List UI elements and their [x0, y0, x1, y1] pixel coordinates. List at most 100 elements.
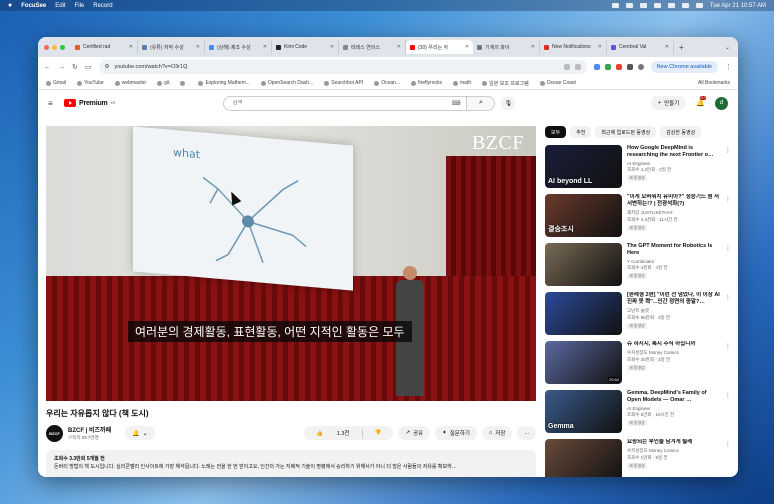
video-thumbnail[interactable] — [545, 292, 622, 335]
cast-icon[interactable] — [563, 64, 570, 70]
bookmark-item[interactable]: webmaster — [114, 80, 146, 87]
close-tab-icon[interactable]: ✕ — [465, 44, 469, 50]
related-video-title[interactable]: 슈 하지시, 록시 주식 하십니까 — [627, 341, 722, 348]
bookmark-item[interactable]: math — [453, 80, 471, 87]
related-video-title[interactable]: How Google DeepMind is researching the n… — [627, 145, 722, 159]
bookmark-item[interactable]: OpenSearch Dash... — [260, 80, 313, 87]
related-video-channel[interactable]: 고넌트 슬렛 — [627, 308, 722, 314]
menubar-item-edit[interactable]: Edit — [55, 3, 65, 9]
new-chrome-available-button[interactable]: New Chrome available — [650, 61, 718, 73]
close-tab-icon[interactable]: ✕ — [397, 44, 401, 50]
bookmark-item[interactable]: Ocean... — [374, 80, 400, 87]
more-options-icon[interactable]: ⋮ — [725, 147, 731, 154]
video-thumbnail[interactable] — [545, 243, 622, 286]
create-button[interactable]: + 만들기 — [650, 96, 687, 110]
close-window-button[interactable] — [44, 44, 49, 50]
filter-chip[interactable]: 최근에 업로드된 동영상 — [595, 126, 657, 138]
related-video-item[interactable]: 결승조시 "이게 오버워치 유미아?" 정승기드 뭔 저서변하는!? | 전광석… — [545, 194, 731, 243]
browser-tab[interactable]: Cerebral Val ✕ — [607, 40, 674, 54]
bookmark-item[interactable] — [180, 80, 187, 87]
filter-chip[interactable]: 감상한 동영상 — [660, 126, 702, 138]
profile-icon[interactable] — [637, 64, 644, 70]
close-tab-icon[interactable]: ✕ — [665, 44, 669, 50]
browser-tab[interactable]: New Notifications ✕ — [540, 40, 607, 54]
video-thumbnail[interactable]: 결승조시 — [545, 194, 622, 237]
control-center-icon[interactable] — [695, 3, 703, 8]
url-text[interactable]: youtube.com/watch?v=O3r1Q — [114, 64, 187, 70]
tab-search-icon[interactable]: ⌄ — [725, 44, 730, 51]
chrome-menu-icon[interactable]: ⋮ — [725, 63, 732, 71]
minimize-window-button[interactable] — [52, 44, 57, 50]
extension-icon[interactable] — [593, 64, 600, 70]
bookmark-star-icon[interactable] — [574, 64, 581, 70]
bookmark-item[interactable]: Searchbot API — [324, 80, 363, 87]
browser-tab[interactable]: (30) 우리는 자 ✕ — [406, 40, 473, 54]
bookmark-item[interactable]: YouTube — [77, 80, 104, 87]
related-video-item[interactable]: 20:52 슈 하지시, 록시 주식 하십니까 수지성장도 Money Comi… — [545, 341, 731, 390]
video-thumbnail[interactable]: AI beyond LL — [545, 145, 622, 188]
menubar-item-file[interactable]: File — [75, 3, 85, 9]
notifications-button[interactable]: 🔔 9+ — [696, 96, 707, 107]
extension-icon[interactable] — [604, 64, 611, 70]
related-video-channel[interactable]: 수지성장도 Money Comics — [627, 350, 722, 356]
browser-tab[interactable]: 테레스 연의스 ✕ — [339, 40, 406, 54]
related-video-title[interactable]: Gemma, DeepMind's Family of Open Models … — [627, 390, 722, 404]
status-icon[interactable] — [611, 3, 619, 8]
more-options-icon[interactable]: ⋮ — [725, 441, 731, 448]
related-video-item[interactable]: [판례형 2편] "이런 선 넘었다, 이 이상 AI 진짜 못 쫙"...인간… — [545, 292, 731, 341]
all-bookmarks-button[interactable]: All Bookmarks — [698, 80, 730, 86]
channel-name[interactable]: BZCF | 비즈까페 — [68, 425, 111, 434]
keyboard-icon[interactable]: ⌨ — [452, 100, 461, 107]
bookmark-item[interactable]: git — [157, 80, 169, 87]
ask-button[interactable]: ✦ 질문하기 — [435, 426, 477, 440]
extension-icon[interactable] — [615, 64, 622, 70]
related-video-channel[interactable]: 재치있 JUSTLIKETHAT — [627, 210, 722, 216]
more-actions-button[interactable]: ... — [517, 426, 536, 440]
menubar-app-name[interactable]: FocuSee — [21, 3, 46, 9]
video-thumbnail[interactable] — [545, 439, 622, 477]
video-thumbnail[interactable]: 20:52 — [545, 341, 622, 384]
related-video-channel[interactable]: 수지성장도 Money Comics — [627, 448, 722, 454]
video-thumbnail[interactable]: Gemma — [545, 390, 622, 433]
related-video-item[interactable]: The GPT Moment for Robotics Is Here Y Co… — [545, 243, 731, 292]
video-player[interactable]: what BZCF 여러분의 경제활동, 표현활동, 어떤 지적인 활동은 모두 — [46, 126, 536, 401]
save-button[interactable]: ⌂ 저장 — [481, 426, 513, 440]
search-button[interactable]: ⌕ — [466, 96, 495, 110]
reload-icon[interactable]: ↻ — [72, 63, 78, 71]
menu-icon[interactable]: ≡ — [48, 99, 64, 108]
status-icon[interactable] — [625, 3, 633, 8]
status-icon[interactable] — [639, 3, 647, 8]
related-video-title[interactable]: 요핑되는 부인들 남겨게 될레 — [627, 439, 722, 446]
address-bar[interactable]: ⚙ youtube.com/watch?v=O3r1Q — [98, 60, 587, 74]
browser-tab[interactable]: (상해) 제조 수성 ✕ — [205, 40, 272, 54]
search-input[interactable] — [224, 100, 452, 106]
close-tab-icon[interactable]: ✕ — [531, 44, 535, 50]
close-tab-icon[interactable]: ✕ — [263, 44, 267, 50]
browser-tab[interactable]: Certified rad ✕ — [71, 40, 138, 54]
puzzle-icon[interactable] — [626, 64, 633, 70]
more-options-icon[interactable]: ⋮ — [725, 245, 731, 252]
wifi-icon[interactable] — [667, 3, 675, 8]
more-options-icon[interactable]: ⋮ — [725, 343, 731, 350]
subscribed-button[interactable]: 🔔 ⌄ — [125, 426, 155, 440]
related-video-item[interactable]: AI beyond LL How Google DeepMind is rese… — [545, 145, 731, 194]
apple-icon[interactable]: ● — [8, 2, 12, 9]
more-options-icon[interactable]: ⋮ — [725, 294, 731, 301]
zoom-window-button[interactable] — [60, 44, 65, 50]
related-video-title[interactable]: "이게 오버워치 유미아?" 정승기드 뭔 저서변하는!? | 전광석화(?) — [627, 194, 722, 208]
bookmark-item[interactable]: fireflyrocks — [411, 80, 442, 87]
back-icon[interactable]: ← — [44, 64, 51, 71]
filter-chip[interactable]: 모두 — [545, 126, 567, 138]
close-tab-icon[interactable]: ✕ — [196, 44, 200, 50]
more-options-icon[interactable]: ⋮ — [725, 392, 731, 399]
related-video-title[interactable]: [판례형 2편] "이런 선 넘었다, 이 이상 AI 진짜 못 쫙"...인간… — [627, 292, 722, 306]
more-options-icon[interactable]: ⋮ — [725, 196, 731, 203]
voice-search-button[interactable]: 🎙 — [501, 96, 516, 110]
browser-tab[interactable]: Kimi Code ✕ — [272, 40, 339, 54]
related-video-item[interactable]: 요핑되는 부인들 남겨게 될레 수지성장도 Money Comics 조회수 1… — [545, 439, 731, 477]
forward-icon[interactable]: → — [58, 64, 65, 71]
site-info-icon[interactable]: ⚙ — [105, 64, 110, 70]
avatar[interactable]: d — [715, 96, 728, 110]
channel-avatar[interactable]: BZCF — [46, 424, 63, 442]
bookmark-item[interactable]: Exploring Mathem... — [198, 80, 250, 87]
